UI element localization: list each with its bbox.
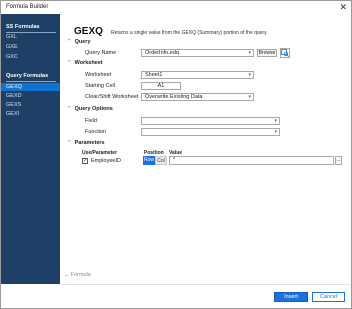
close-icon[interactable]: ✕ (339, 2, 347, 13)
browse-button[interactable]: Browse (257, 49, 277, 57)
sidebar-item-gxl[interactable]: GXL (6, 34, 17, 40)
chevron-up-icon: ⌃ (67, 39, 72, 45)
formula-toggle-label: Formula (70, 272, 91, 278)
query-name-value: OrderInfo.edq (145, 50, 179, 56)
function-dropdown[interactable]: ▾ (141, 128, 280, 136)
worksheet-dropdown[interactable]: Sheet1 ▾ (141, 71, 254, 79)
chevron-down-icon: ▾ (248, 94, 251, 100)
insert-button[interactable]: Insert (274, 292, 308, 302)
worksheet-value: Sheet1 (145, 72, 163, 78)
chevron-up-icon: ⌃ (67, 106, 72, 112)
divider (6, 32, 56, 33)
function-label: Function (85, 129, 107, 135)
worksheet-label: Worksheet (85, 72, 112, 78)
sidebar-item-gexq[interactable]: GEXQ (6, 84, 22, 90)
chevron-up-icon: ⌃ (67, 140, 72, 146)
chevron-down-icon: ▾ (274, 118, 277, 124)
section-worksheet[interactable]: ⌃ Worksheet (67, 60, 103, 66)
query-name-dropdown[interactable]: OrderInfo.edq ▾ (141, 49, 254, 57)
section-query-title: Query (74, 39, 91, 45)
section-query-options-title: Query Options (74, 106, 113, 112)
sidebar-item-gxe[interactable]: GXE (6, 44, 18, 50)
parameter-value-input[interactable]: * (169, 156, 334, 165)
section-query-options[interactable]: ⌃ Query Options (67, 106, 113, 112)
sidebar: SS Formulas GXL GXE GXC Query Formulas G… (1, 14, 60, 284)
title-bar: Formula Builder ✕ (1, 1, 351, 15)
chevron-down-icon: ▾ (248, 72, 251, 78)
sidebar-item-gexs[interactable]: GEXS (6, 102, 21, 108)
chevron-down-icon: ⌄ (64, 272, 69, 278)
section-parameters-title: Parameters (74, 140, 105, 146)
query-formulas-header: Query Formulas (6, 73, 49, 79)
divider (6, 81, 56, 82)
divider (61, 284, 350, 285)
section-query[interactable]: ⌃ Query (67, 39, 91, 45)
clear-shift-value: Overwrite Existing Data (145, 94, 203, 100)
sidebar-item-gexi[interactable]: GEXI (6, 111, 19, 117)
query-designer-icon (281, 49, 289, 57)
ss-formulas-header: SS Formulas (6, 24, 40, 30)
cancel-button[interactable]: Cancel (312, 292, 345, 302)
sidebar-item-gxc[interactable]: GXC (6, 54, 18, 60)
chevron-up-icon: ⌃ (67, 60, 72, 66)
sidebar-item-gexd[interactable]: GEXD (6, 93, 22, 99)
window-title: Formula Builder (6, 4, 49, 10)
clear-shift-dropdown[interactable]: Overwrite Existing Data ▾ (141, 93, 254, 101)
field-label: Field (85, 118, 97, 124)
section-parameters[interactable]: ⌃ Parameters (67, 140, 105, 146)
position-row-toggle[interactable]: Row (143, 156, 155, 165)
clear-shift-label: Clear/Shift Worksheet (85, 94, 139, 100)
starting-cell-label: Starting Cell (85, 83, 115, 89)
chevron-down-icon: ▾ (274, 129, 277, 135)
section-worksheet-title: Worksheet (74, 60, 103, 66)
starting-cell-input[interactable]: A1 (141, 82, 181, 90)
query-name-label: Query Name (85, 50, 117, 56)
chevron-down-icon: ▾ (248, 50, 251, 56)
employeeid-checkbox[interactable]: ✓ (82, 158, 88, 164)
page-description: Returns a single value from the GEXQ (Su… (111, 30, 268, 36)
field-dropdown[interactable]: ▾ (141, 117, 280, 125)
query-designer-button[interactable] (280, 48, 290, 58)
parameter-name: EmployeeID (91, 158, 121, 164)
parameter-more-button[interactable]: ... (335, 156, 342, 165)
page-title: GEXQ (74, 26, 103, 37)
position-col-toggle[interactable]: Col (155, 156, 167, 165)
column-header-use-parameter: Use/Parameter (82, 150, 118, 156)
formula-toggle[interactable]: ⌄ Formula (64, 272, 91, 278)
